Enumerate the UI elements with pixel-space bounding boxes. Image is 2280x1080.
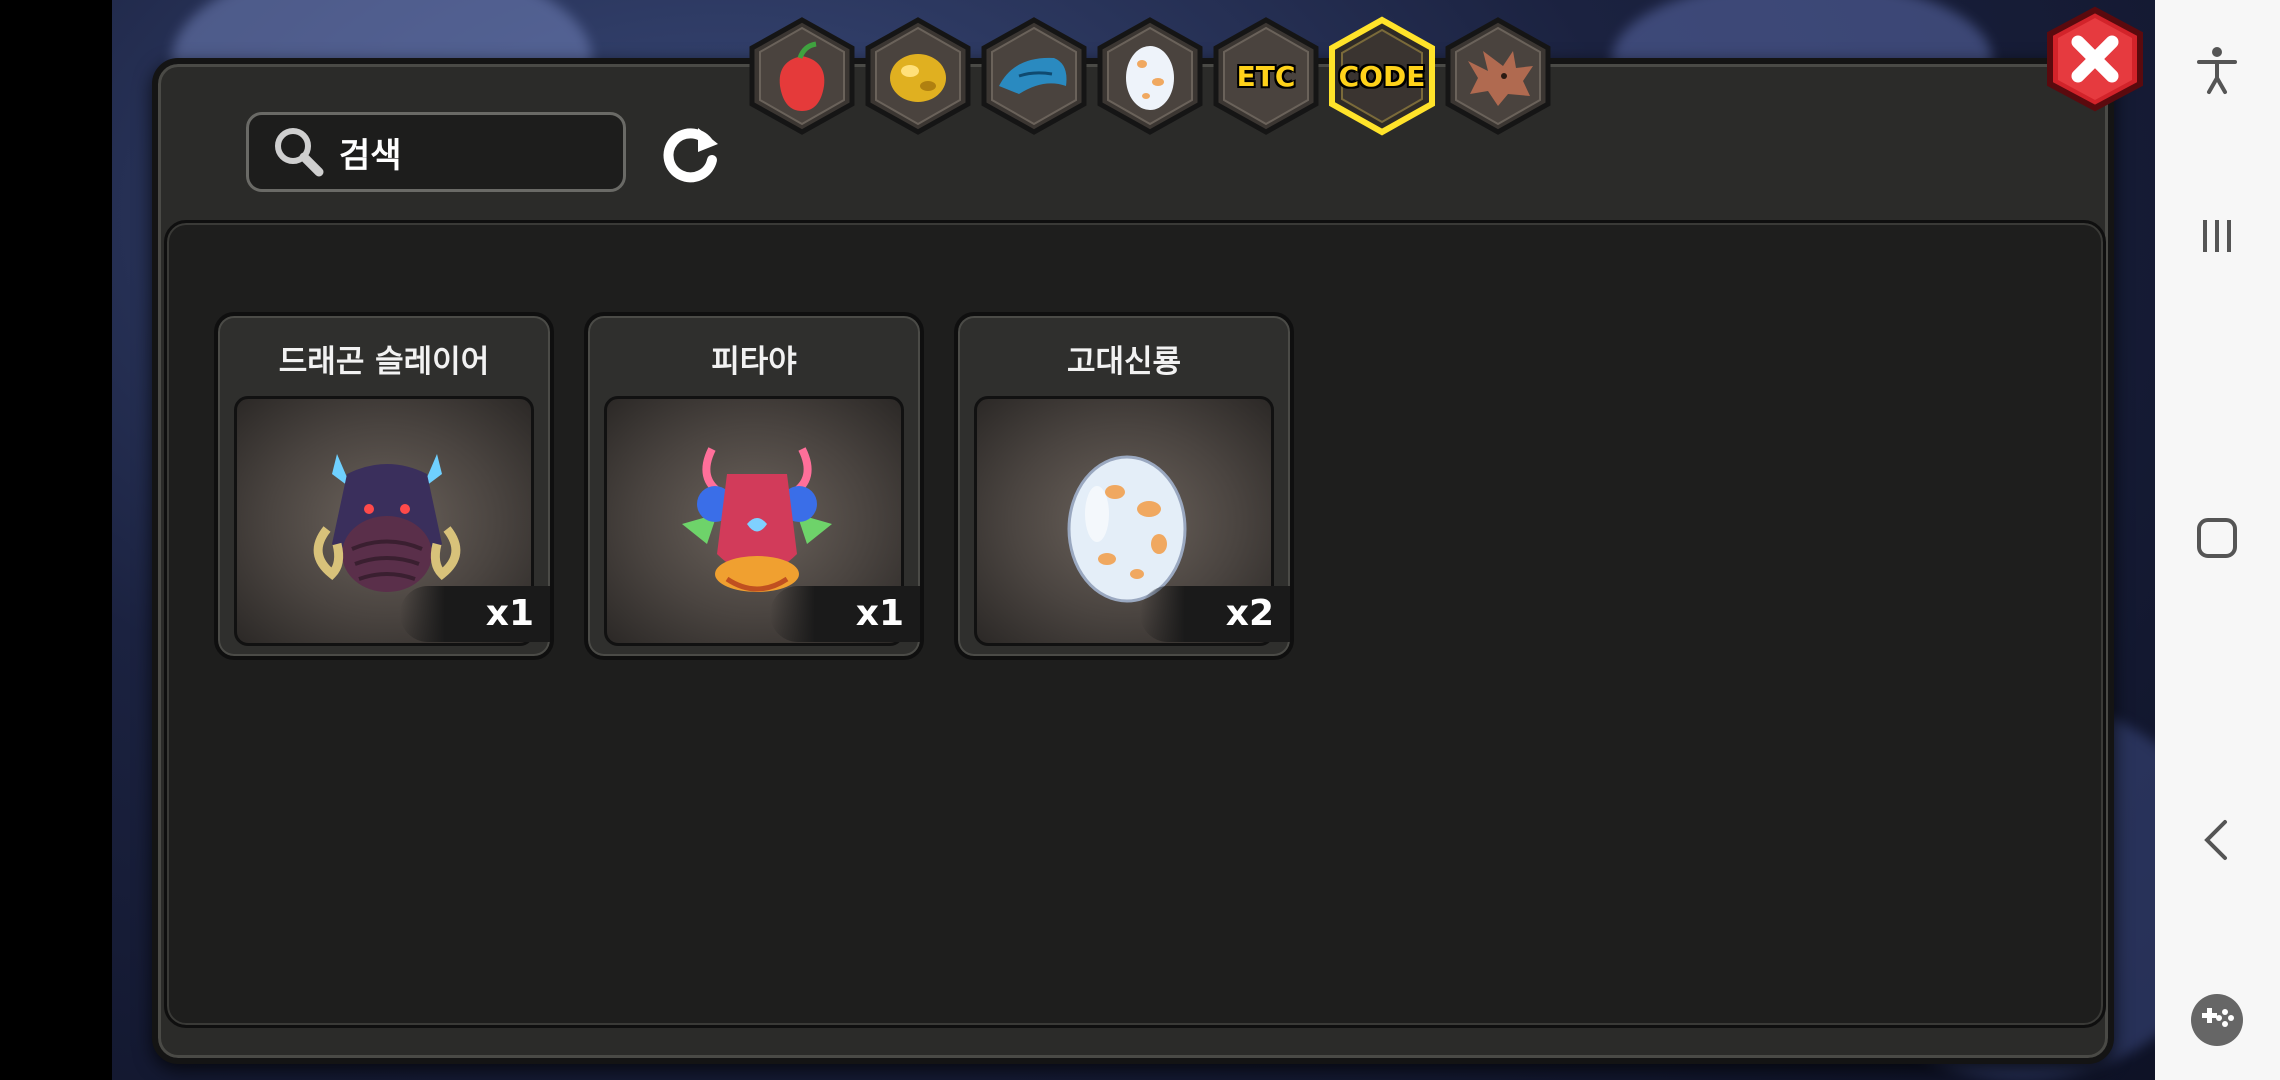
search-placeholder: 검색 — [339, 135, 402, 176]
game-viewport: 검색 드래곤 슬레이어 x1 피타야 x1 고대신룡 x2 ETC CODE — [112, 0, 2155, 1080]
search-input[interactable]: 검색 — [246, 112, 626, 192]
tab-dragon-scale[interactable] — [974, 16, 1094, 136]
tab-egg[interactable] — [1090, 16, 1210, 136]
home-icon — [2197, 518, 2237, 558]
item-count: x2 — [1140, 586, 1290, 642]
back-button[interactable] — [2187, 810, 2247, 870]
gold-icon — [865, 17, 971, 135]
item-name: 피타야 — [711, 344, 797, 380]
tab-fruit[interactable] — [742, 16, 862, 136]
screen: 검색 드래곤 슬레이어 x1 피타야 x1 고대신룡 x2 ETC CODE — [0, 0, 2280, 1080]
item-name: 고대신룡 — [1066, 344, 1182, 380]
system-navigation-bar — [2155, 0, 2280, 1080]
dragon-scale-icon — [981, 17, 1087, 135]
item-card-pitaya[interactable]: 피타야 x1 — [584, 312, 924, 660]
game-tools-button[interactable] — [2187, 990, 2247, 1050]
home-button[interactable] — [2187, 508, 2247, 568]
back-icon — [2204, 820, 2227, 860]
inventory-panel: 검색 드래곤 슬레이어 x1 피타야 x1 고대신룡 x2 — [152, 58, 2114, 1064]
refresh-icon[interactable] — [658, 120, 724, 186]
item-count: x1 — [400, 586, 550, 642]
tab-dragon[interactable] — [1438, 16, 1558, 136]
accessibility-icon — [2197, 47, 2237, 94]
tab-code-label: CODE — [1338, 59, 1426, 93]
search-icon — [275, 128, 324, 177]
recent-apps-icon — [2203, 220, 2231, 252]
egg-icon — [1097, 17, 1203, 135]
tab-etc-label: ETC — [1236, 59, 1296, 93]
tab-gold[interactable] — [858, 16, 978, 136]
item-count: x1 — [770, 586, 920, 642]
close-icon[interactable] — [2042, 6, 2148, 112]
accessibility-button[interactable] — [2187, 40, 2247, 100]
recent-apps-button[interactable] — [2187, 206, 2247, 266]
game-tools-icon — [2191, 994, 2243, 1046]
tab-etc[interactable]: ETC — [1206, 16, 1326, 136]
item-card-ancient-dragon[interactable]: 고대신룡 x2 — [954, 312, 1294, 660]
dragon-head-icon — [1445, 17, 1551, 135]
item-name: 드래곤 슬레이어 — [278, 344, 490, 380]
tab-code[interactable]: CODE — [1322, 16, 1442, 136]
item-card-dragon-slayer[interactable]: 드래곤 슬레이어 x1 — [214, 312, 554, 660]
fruit-icon — [749, 17, 855, 135]
